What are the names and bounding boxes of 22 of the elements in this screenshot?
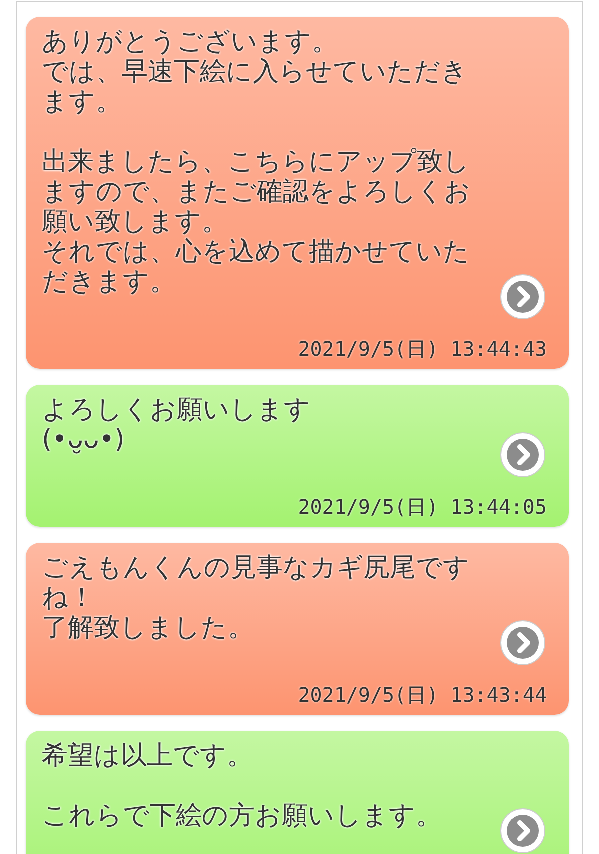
message-text: ごえもんくんの見事なカギ尻尾です <box>42 553 471 583</box>
timestamp: 2021/9/5(日) 13:44:05 <box>298 495 547 519</box>
message-text: では、早速下絵に入らせていただき <box>42 57 469 87</box>
chevron-right-button[interactable] <box>499 431 547 479</box>
message-text: 希望は以上です。 <box>42 741 254 771</box>
chevron-right-button[interactable] <box>499 273 547 321</box>
message-text: よろしくお願いします <box>42 395 312 425</box>
message-text: ね！ <box>42 583 96 613</box>
message-text: (•ᴗ̮ᴗ•) <box>42 425 126 455</box>
message-text: だきます。 <box>42 267 177 297</box>
message-text: これらで下絵の方お願いします。 <box>42 801 443 831</box>
message-text: 了解致しました。 <box>42 613 255 643</box>
message-text: それでは、心を込めて描かせていた <box>42 237 471 267</box>
message-text: ありがとうございます。 <box>42 27 339 57</box>
message-text: ますので、またご確認をよろしくお <box>42 177 472 207</box>
message-text: 願い致します。 <box>42 207 229 237</box>
timestamp: 2021/9/5(日) 13:43:44 <box>298 683 547 707</box>
chevron-right-button[interactable] <box>499 619 547 667</box>
message-text: 出来ましたら、こちらにアップ致し <box>42 147 471 177</box>
timestamp: 2021/9/5(日) 13:44:43 <box>298 337 547 361</box>
chevron-right-button[interactable] <box>499 807 547 854</box>
message-text: ます。 <box>42 87 123 117</box>
